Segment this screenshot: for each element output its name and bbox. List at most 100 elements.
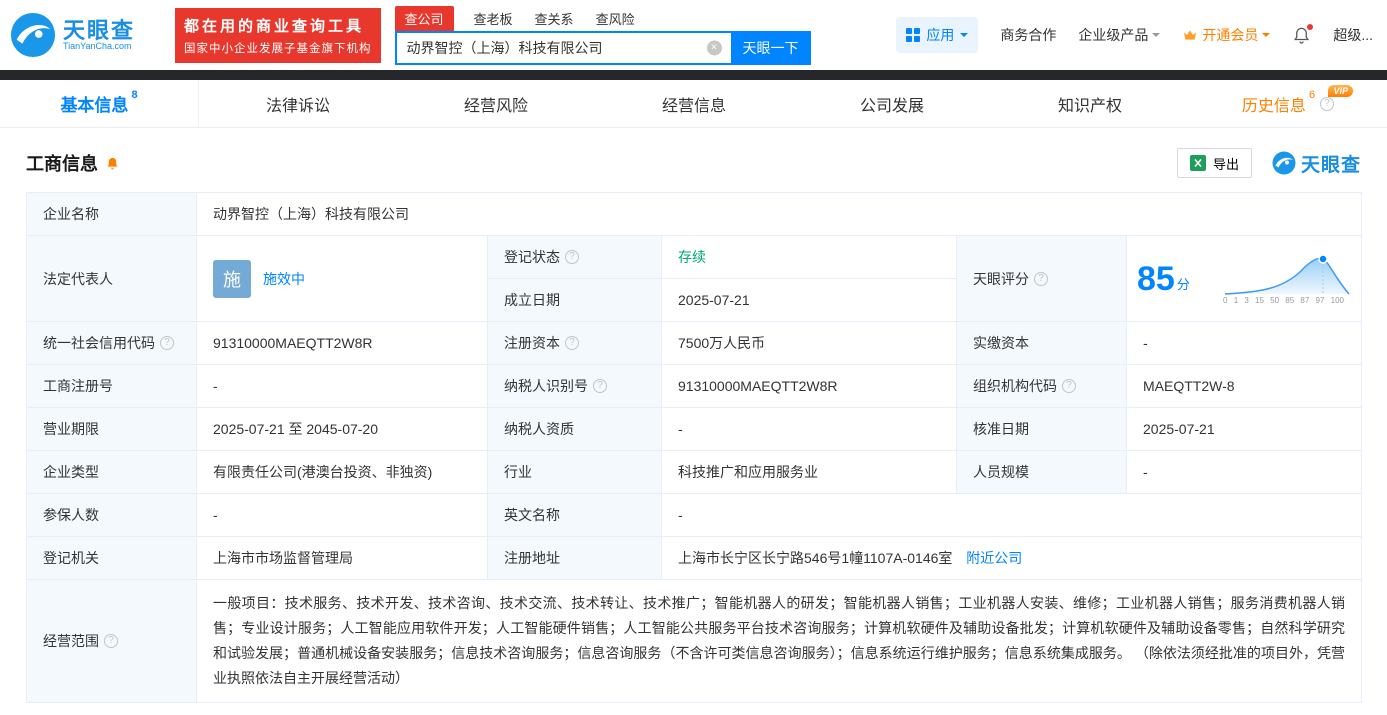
search-input[interactable] bbox=[394, 30, 731, 65]
tab-label: 基本信息 bbox=[60, 96, 129, 115]
main-content: 工商信息 导出 天眼查 企业名称 动界智控（上海）科技有限公司 法定代表人 施 … bbox=[0, 128, 1387, 715]
reg-number-value: - bbox=[196, 364, 488, 408]
section-title: 工商信息 bbox=[26, 154, 98, 174]
chevron-down-icon bbox=[960, 33, 969, 41]
business-label: 商务合作 bbox=[1000, 27, 1057, 43]
tab-count-badge: 6 bbox=[1308, 89, 1316, 101]
taxpayer-quality-value: - bbox=[661, 407, 957, 451]
vip-label: 开通会员 bbox=[1202, 27, 1259, 43]
search-area: 查公司 查老板 查关系 查风险 天眼一下 bbox=[394, 5, 811, 65]
english-name-value: - bbox=[660, 493, 1363, 537]
table-row: 营业期限 2025-07-21 至 2045-07-20 纳税人资质 - 核准日… bbox=[26, 407, 1363, 451]
tab-count-badge: 8 bbox=[131, 89, 138, 101]
tab-company-development[interactable]: 公司发展 bbox=[793, 80, 991, 127]
top-header: 天眼查 TianYanCha.com 都在用的商业查询工具 国家中小企业发展子基… bbox=[0, 0, 1387, 70]
tab-operating-risk[interactable]: 经营风险 bbox=[397, 80, 595, 127]
help-icon[interactable] bbox=[593, 379, 607, 393]
search-button[interactable]: 天眼一下 bbox=[730, 30, 811, 65]
apps-menu-button[interactable]: 应用 bbox=[896, 17, 979, 53]
field-label: 成立日期 bbox=[487, 278, 662, 322]
help-icon[interactable] bbox=[1034, 271, 1048, 286]
company-type-value: 有限责任公司(港澳台投资、非独资) bbox=[196, 450, 488, 494]
table-row: 参保人数 - 英文名称 - bbox=[26, 493, 1363, 537]
watermark-logo: 天眼查 bbox=[1272, 150, 1361, 177]
header-nav: 应用 商务合作 企业级产品 开通会员 超级... bbox=[896, 17, 1373, 53]
insured-value: - bbox=[196, 493, 488, 537]
field-label: 法定代表人 bbox=[26, 235, 197, 322]
tab-operating-info[interactable]: 经营信息 bbox=[595, 80, 793, 127]
export-label: 导出 bbox=[1212, 156, 1239, 172]
search-tab-company[interactable]: 查公司 bbox=[394, 5, 454, 31]
search-tab-relation[interactable]: 查关系 bbox=[533, 6, 576, 31]
logo-text: 天眼查 TianYanCha.com bbox=[63, 19, 135, 52]
tab-basic-info[interactable]: 基本信息 8 bbox=[0, 80, 199, 127]
tianyancha-logo[interactable]: 天眼查 TianYanCha.com bbox=[10, 12, 135, 58]
establish-date-value: 2025-07-21 bbox=[661, 278, 957, 322]
field-label: 纳税人资质 bbox=[487, 407, 662, 451]
business-scope-value: 一般项目：技术服务、技术开发、技术咨询、技术交流、技术转让、技术推广；智能机器人… bbox=[195, 579, 1363, 703]
help-icon[interactable] bbox=[565, 250, 579, 264]
vip-badge-icon: VIP bbox=[1328, 85, 1353, 97]
tianyan-score-cell: 85 分 0 1 3 15 50 85 87 97 100 bbox=[1125, 235, 1363, 322]
apps-grid-icon bbox=[906, 28, 921, 42]
nav-super-member[interactable]: 超级... bbox=[1333, 25, 1373, 45]
field-label: 企业类型 bbox=[26, 450, 197, 494]
export-button[interactable]: 导出 bbox=[1176, 148, 1252, 178]
field-label: 实缴资本 bbox=[956, 321, 1127, 365]
help-icon[interactable] bbox=[565, 336, 579, 350]
approval-date-value: 2025-07-21 bbox=[1125, 407, 1363, 451]
field-label: 英文名称 bbox=[487, 493, 662, 537]
legal-rep-link[interactable]: 施效中 bbox=[263, 269, 305, 289]
score-axis-ticks: 0 1 3 15 50 85 87 97 100 bbox=[1223, 296, 1344, 305]
field-label: 行业 bbox=[487, 450, 662, 494]
nav-business-cooperation[interactable]: 商务合作 bbox=[1000, 25, 1056, 45]
business-info-table: 企业名称 动界智控（上海）科技有限公司 法定代表人 施 施效中 登记状态 存续 … bbox=[26, 192, 1363, 703]
table-row: 登记机关 上海市市场监督管理局 注册地址 上海市长宁区长宁路546号1幢1107… bbox=[26, 536, 1363, 580]
field-label: 组织机构代码 bbox=[956, 364, 1127, 408]
banner-line1: 都在用的商业查询工具 bbox=[184, 17, 365, 35]
business-term-value: 2025-07-21 至 2045-07-20 bbox=[196, 407, 488, 451]
field-label-text: 组织机构代码 bbox=[973, 378, 1057, 394]
table-row: 经营范围 一般项目：技术服务、技术开发、技术咨询、技术交流、技术转让、技术推广；… bbox=[26, 579, 1363, 703]
org-code-value: MAEQTT2W-8 bbox=[1125, 364, 1363, 408]
field-label-text: 登记状态 bbox=[504, 249, 560, 265]
nav-enterprise-products[interactable]: 企业级产品 bbox=[1078, 25, 1161, 45]
tab-history-info[interactable]: VIP 历史信息 6 bbox=[1189, 80, 1387, 127]
section-tabbar: 基本信息 8 法律诉讼 经营风险 经营信息 公司发展 知识产权 VIP 历史信息… bbox=[0, 80, 1387, 128]
field-label: 参保人数 bbox=[26, 493, 197, 537]
watermark-brand: 天眼查 bbox=[1300, 154, 1361, 176]
monitor-bell-icon[interactable] bbox=[105, 156, 120, 171]
chevron-down-icon bbox=[1152, 33, 1161, 41]
score-value: 85 bbox=[1137, 259, 1175, 298]
tianyan-score: 85 分 0 1 3 15 50 85 87 97 100 bbox=[1137, 252, 1351, 305]
address-cell: 上海市长宁区长宁路546号1幢1107A-0146室 附近公司 bbox=[660, 536, 1363, 580]
enterprise-label: 企业级产品 bbox=[1078, 27, 1149, 43]
industry-value: 科技推广和应用服务业 bbox=[661, 450, 957, 494]
help-icon[interactable] bbox=[160, 336, 174, 350]
apps-label: 应用 bbox=[926, 27, 955, 43]
notification-bell-icon[interactable] bbox=[1292, 23, 1314, 45]
field-label-text: 纳税人识别号 bbox=[504, 378, 588, 394]
chevron-down-icon bbox=[1262, 33, 1271, 41]
search-tab-boss[interactable]: 查老板 bbox=[472, 6, 515, 31]
banner-line2: 国家中小企业发展子基金旗下机构 bbox=[184, 42, 372, 55]
tab-intellectual-property[interactable]: 知识产权 bbox=[991, 80, 1189, 127]
reg-capital-value: 7500万人民币 bbox=[661, 321, 957, 365]
field-label: 人员规模 bbox=[956, 450, 1127, 494]
tab-label: 知识产权 bbox=[1057, 97, 1122, 115]
paid-capital-value: - bbox=[1125, 321, 1363, 365]
nearby-companies-link[interactable]: 附近公司 bbox=[966, 550, 1022, 566]
help-icon[interactable] bbox=[104, 634, 118, 648]
clear-search-icon[interactable] bbox=[706, 40, 722, 55]
field-label: 注册资本 bbox=[487, 321, 662, 365]
help-icon[interactable] bbox=[1062, 379, 1076, 393]
nav-open-vip[interactable]: 开通会员 bbox=[1182, 25, 1271, 45]
search-tab-risk[interactable]: 查风险 bbox=[594, 6, 637, 31]
legal-rep-avatar[interactable]: 施 bbox=[213, 259, 251, 298]
tianyancha-logo-icon bbox=[1272, 151, 1296, 175]
super-label: 超级... bbox=[1333, 27, 1373, 43]
table-row: 企业类型 有限责任公司(港澳台投资、非独资) 行业 科技推广和应用服务业 人员规… bbox=[26, 450, 1363, 494]
help-icon[interactable] bbox=[1320, 96, 1335, 111]
tab-legal-proceedings[interactable]: 法律诉讼 bbox=[199, 80, 397, 127]
field-label: 企业名称 bbox=[26, 192, 197, 236]
